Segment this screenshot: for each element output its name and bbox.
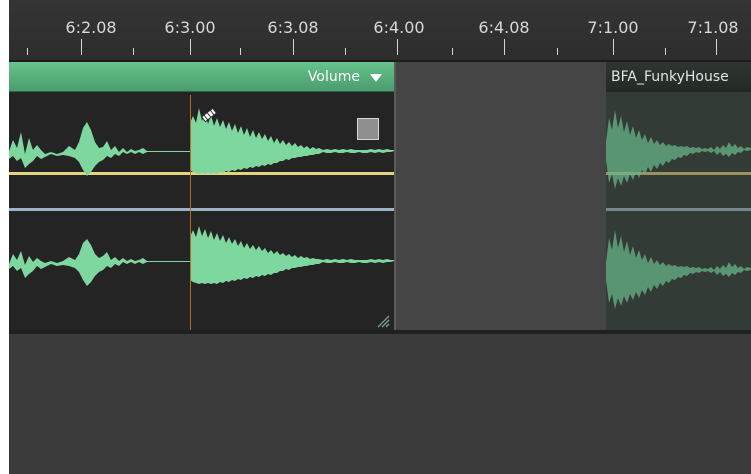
empty-track-region[interactable] [394, 62, 608, 330]
ruler-tick [397, 39, 398, 55]
ruler-tick [293, 39, 294, 55]
ruler-tick [345, 48, 346, 55]
ruler-tick [190, 39, 191, 55]
ruler-label: 6:3.08 [267, 18, 319, 37]
ruler-tick [452, 48, 453, 55]
playhead-line[interactable] [190, 95, 191, 330]
clip-title: BFA_FunkyHouse [606, 62, 751, 92]
ruler-tick [665, 48, 666, 55]
ruler-label: 7:1.08 [687, 18, 739, 37]
ruler-tick [557, 48, 558, 55]
volume-envelope-handle[interactable] [357, 118, 379, 140]
clip-header[interactable]: Volume [9, 62, 394, 92]
resize-grip-icon[interactable] [376, 314, 390, 328]
ruler-label: 7:1.00 [587, 18, 639, 37]
ruler-label: 6:2.08 [65, 18, 117, 37]
ruler-tick [133, 48, 134, 55]
ruler-tick [240, 48, 241, 55]
audio-clip-right[interactable]: BFA_FunkyHouse [606, 62, 751, 330]
chevron-down-icon [370, 73, 382, 82]
audio-track[interactable]: Volume BFA_FunkyHouse [9, 60, 751, 330]
ruler-label: 6:3.00 [164, 18, 216, 37]
ruler-tick [27, 48, 28, 55]
ruler-tick [504, 39, 505, 55]
ruler-tick [81, 39, 82, 55]
ruler-tick [716, 39, 717, 55]
ruler-label: 6:4.00 [373, 18, 425, 37]
audio-clip-main[interactable]: Volume [9, 62, 396, 330]
ruler-label: 6:4.08 [478, 18, 530, 37]
volume-dropdown-label: Volume [307, 69, 360, 85]
timeline-ruler[interactable]: 6:2.08 6:3.00 6:3.08 6:4.00 6:4.08 7:1.0… [9, 0, 751, 61]
empty-track-area[interactable] [9, 330, 751, 474]
audio-editor-timeline: 6:2.08 6:3.00 6:3.08 6:4.00 6:4.08 7:1.0… [9, 0, 751, 474]
ruler-tick [613, 39, 614, 55]
volume-dropdown[interactable]: Volume [308, 68, 382, 86]
